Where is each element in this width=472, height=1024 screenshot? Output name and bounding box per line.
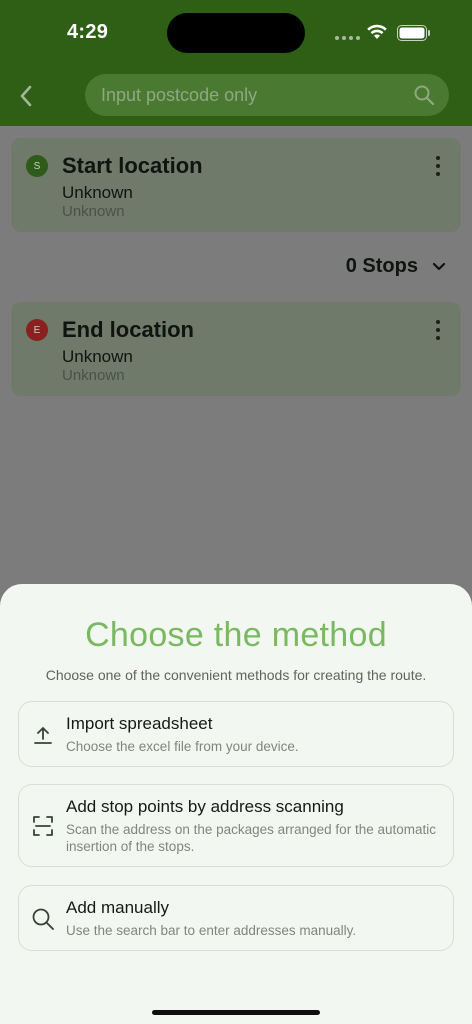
postcode-search-bar[interactable] [85, 74, 449, 116]
start-location-card[interactable]: S Start location Unknown Unknown [11, 138, 461, 232]
search-icon [31, 907, 55, 931]
start-location-title: Start location [62, 153, 203, 178]
sheet-subtitle: Choose one of the convenient methods for… [45, 667, 427, 683]
home-indicator[interactable] [152, 1010, 320, 1015]
end-location-name: Unknown [62, 347, 133, 366]
address-scanning-option[interactable]: Add stop points by address scanning Scan… [18, 784, 454, 867]
end-location-card[interactable]: E End location Unknown Unknown [11, 302, 461, 396]
scan-icon [31, 814, 55, 838]
more-options-icon[interactable] [435, 156, 441, 176]
end-location-address: Unknown [62, 367, 125, 384]
cellular-signal-icon [335, 36, 360, 40]
option-description: Use the search bar to enter addresses ma… [66, 923, 357, 938]
status-time: 4:29 [67, 21, 109, 43]
option-title: Add stop points by address scanning [66, 797, 344, 816]
end-location-title: End location [62, 317, 194, 342]
end-badge: E [26, 319, 48, 341]
more-options-icon[interactable] [435, 320, 441, 340]
option-title: Import spreadsheet [66, 714, 213, 733]
option-title: Add manually [66, 898, 170, 917]
back-button[interactable] [12, 82, 40, 110]
upload-icon [31, 723, 55, 747]
start-location-name: Unknown [62, 183, 133, 202]
stops-toggle[interactable]: 0 Stops [346, 255, 446, 278]
choose-method-sheet: Choose the method Choose one of the conv… [0, 584, 472, 1024]
start-badge: S [26, 155, 48, 177]
search-icon[interactable] [413, 84, 435, 106]
dynamic-island [167, 13, 305, 53]
postcode-search-input[interactable] [101, 84, 401, 106]
option-description: Scan the address on the packages arrange… [66, 822, 436, 854]
battery-icon [397, 25, 430, 41]
add-manually-option[interactable]: Add manually Use the search bar to enter… [18, 885, 454, 951]
import-spreadsheet-option[interactable]: Import spreadsheet Choose the excel file… [18, 701, 454, 767]
status-bar: 4:29 [0, 0, 472, 64]
start-location-address: Unknown [62, 203, 125, 220]
stops-count: 0 Stops [345, 255, 418, 277]
option-description: Choose the excel file from your device. [66, 739, 299, 754]
chevron-down-icon [432, 262, 446, 270]
wifi-icon [367, 24, 387, 39]
sheet-title: Choose the method [85, 616, 387, 654]
chevron-left-icon [20, 85, 32, 107]
top-header [0, 64, 472, 126]
